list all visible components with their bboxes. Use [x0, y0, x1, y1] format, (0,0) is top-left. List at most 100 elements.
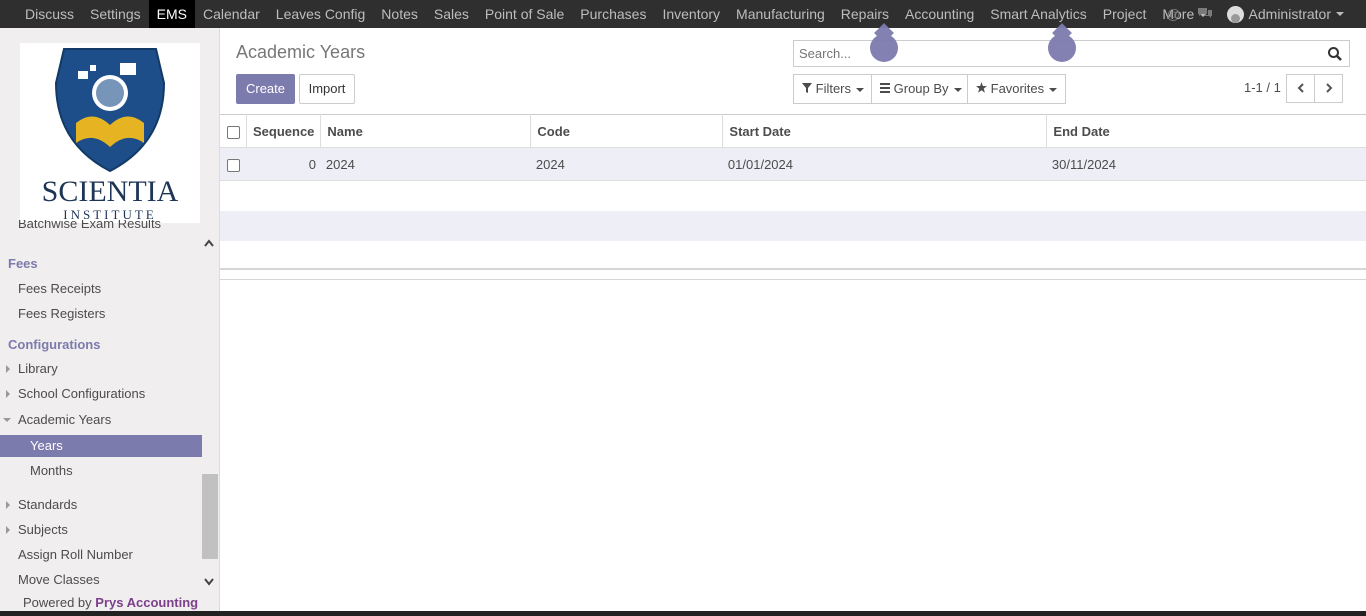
- star-icon: [976, 81, 991, 96]
- menu-notes[interactable]: Notes: [373, 0, 426, 28]
- menu-ems[interactable]: EMS: [148, 0, 195, 28]
- sidebar-menu: Batchwise Exam Results Fees Fees Receipt…: [0, 220, 202, 599]
- academic-years-table: Sequence Name Code Start Date End Date 0…: [220, 114, 1366, 271]
- select-all-cell: [220, 114, 247, 148]
- menu-settings[interactable]: Settings: [82, 0, 149, 28]
- table-header-row: Sequence Name Code Start Date End Date: [220, 114, 1366, 148]
- search-icon[interactable]: [1327, 46, 1343, 62]
- group-by-button[interactable]: Group By: [871, 74, 971, 104]
- company-logo: SCIENTIA INSTITUTE: [20, 43, 200, 223]
- menu-accounting[interactable]: Accounting: [897, 0, 982, 28]
- select-all-checkbox[interactable]: [227, 125, 240, 139]
- import-button[interactable]: Import: [299, 74, 355, 104]
- empty-row: [220, 240, 1366, 271]
- avatar: [1226, 5, 1244, 23]
- logo-name: SCIENTIA: [42, 175, 179, 208]
- powered-by-prefix: Powered by: [23, 595, 92, 610]
- pager-value[interactable]: 1-1 / 1: [1244, 80, 1281, 95]
- chevron-right-icon: [1325, 83, 1332, 93]
- sidebar-section-configurations: Configurations: [8, 337, 101, 352]
- sidebar-item-batchwise-exam-results[interactable]: Batchwise Exam Results: [0, 220, 202, 234]
- chevron-down-icon[interactable]: [204, 577, 214, 589]
- expand-arrow-icon: [6, 365, 10, 373]
- sidebar-item-label: Standards: [18, 497, 78, 512]
- sidebar-item-school-configurations[interactable]: School Configurations: [0, 383, 202, 405]
- chevron-left-icon: [1297, 83, 1304, 93]
- cell-sequence[interactable]: 0: [247, 148, 321, 181]
- table-footer: [220, 268, 1366, 280]
- sidebar: SCIENTIA INSTITUTE Batchwise Exam Result…: [0, 28, 220, 616]
- menu-repairs[interactable]: Repairs: [833, 0, 897, 28]
- filters-label: Filters: [815, 81, 852, 96]
- pager-next-button[interactable]: [1314, 74, 1343, 103]
- table-row[interactable]: 0 2024 2024 01/01/2024 30/11/2024: [220, 147, 1366, 181]
- column-header-code[interactable]: Code: [530, 114, 724, 148]
- column-header-sequence[interactable]: Sequence: [246, 114, 322, 148]
- cell-end-date[interactable]: 30/11/2024: [1047, 148, 1366, 181]
- sidebar-item-fees-receipts[interactable]: Fees Receipts: [0, 278, 202, 300]
- expand-arrow-icon: [6, 501, 10, 509]
- menu-purchases[interactable]: Purchases: [572, 0, 654, 28]
- chevron-up-icon[interactable]: [204, 238, 214, 250]
- sidebar-item-label: Subjects: [18, 522, 68, 537]
- menu-manufacturing[interactable]: Manufacturing: [728, 0, 833, 28]
- create-button[interactable]: Create: [236, 74, 295, 104]
- user-menu[interactable]: Administrator: [1221, 5, 1366, 23]
- menu-leaves-config[interactable]: Leaves Config: [268, 0, 374, 28]
- pager-previous-button[interactable]: [1286, 74, 1315, 103]
- topbar-right: @ Administrator: [1158, 0, 1366, 28]
- user-name: Administrator: [1248, 6, 1331, 22]
- sidebar-item-assign-roll-number[interactable]: Assign Roll Number: [0, 544, 202, 566]
- sidebar-item-academic-years[interactable]: Academic Years: [0, 409, 202, 431]
- cell-start-date[interactable]: 01/01/2024: [723, 148, 1047, 181]
- sidebar-item-subjects[interactable]: Subjects: [0, 519, 202, 541]
- sidebar-item-fees-registers[interactable]: Fees Registers: [0, 303, 202, 325]
- filter-icon: [802, 81, 816, 96]
- powered-by: Powered by Prys Accounting: [23, 595, 198, 610]
- sidebar-item-years[interactable]: Years: [0, 435, 202, 457]
- list-view: Sequence Name Code Start Date End Date 0…: [220, 114, 1366, 271]
- sidebar-item-library[interactable]: Library: [0, 358, 202, 380]
- column-header-start-date[interactable]: Start Date: [722, 114, 1048, 148]
- sidebar-item-months[interactable]: Months: [0, 460, 202, 482]
- expand-arrow-icon: [6, 526, 10, 534]
- caret-down-icon: [1049, 87, 1058, 92]
- chat-icon[interactable]: [1189, 6, 1221, 23]
- group-by-label: Group By: [893, 81, 949, 96]
- sidebar-item-standards[interactable]: Standards: [0, 494, 202, 516]
- sidebar-item-label: School Configurations: [18, 386, 146, 401]
- favorites-button[interactable]: Favorites: [967, 74, 1067, 104]
- sidebar-scroll-thumb[interactable]: [202, 474, 218, 559]
- page-title: Academic Years: [236, 42, 366, 62]
- list-icon: [880, 81, 894, 96]
- menu-inventory[interactable]: Inventory: [654, 0, 728, 28]
- caret-down-icon: [953, 87, 962, 92]
- app-menu: Discuss Settings EMS Calendar Leaves Con…: [0, 0, 1215, 28]
- empty-row: [220, 180, 1366, 211]
- sidebar-item-label: Academic Years: [18, 412, 112, 427]
- row-select-cell: [220, 148, 247, 181]
- menu-project[interactable]: Project: [1095, 0, 1155, 28]
- cell-code[interactable]: 2024: [531, 148, 723, 181]
- empty-row: [220, 210, 1366, 241]
- menu-smart-analytics[interactable]: Smart Analytics: [982, 0, 1094, 28]
- top-navbar: Discuss Settings EMS Calendar Leaves Con…: [0, 0, 1366, 28]
- powered-by-link[interactable]: Prys Accounting: [95, 595, 198, 610]
- menu-point-of-sale[interactable]: Point of Sale: [477, 0, 572, 28]
- filters-button[interactable]: Filters: [793, 74, 874, 104]
- tour-tip-marker[interactable]: [1048, 34, 1076, 62]
- menu-discuss[interactable]: Discuss: [17, 0, 82, 28]
- at-mention-icon[interactable]: @: [1158, 6, 1188, 22]
- menu-calendar[interactable]: Calendar: [195, 0, 268, 28]
- row-checkbox[interactable]: [227, 158, 240, 172]
- tour-tip-marker[interactable]: [870, 34, 898, 62]
- sidebar-item-label: Library: [18, 361, 58, 376]
- favorites-label: Favorites: [990, 81, 1045, 96]
- cell-name[interactable]: 2024: [321, 148, 531, 181]
- sidebar-item-move-classes[interactable]: Move Classes: [0, 569, 202, 591]
- menu-sales[interactable]: Sales: [426, 0, 477, 28]
- column-header-name[interactable]: Name: [320, 114, 532, 148]
- taskbar-strip: [0, 611, 1366, 616]
- expand-arrow-icon: [6, 390, 10, 398]
- column-header-end-date[interactable]: End Date: [1047, 115, 1366, 148]
